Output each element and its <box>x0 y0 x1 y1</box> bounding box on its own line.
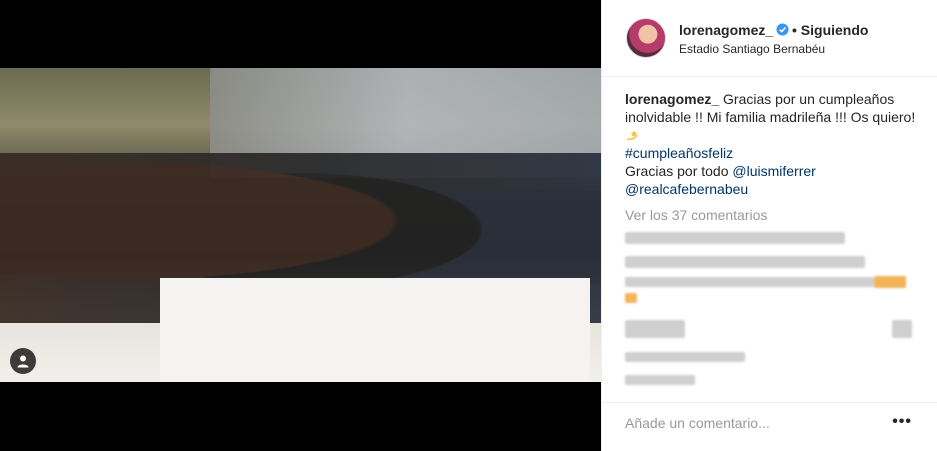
view-comments-link[interactable]: Ver los 37 comentarios <box>625 207 767 223</box>
more-options-button[interactable]: ••• <box>892 414 912 430</box>
avatar[interactable] <box>626 18 666 58</box>
mention-link-2[interactable]: @realcafebernabeu <box>625 181 748 197</box>
blurred-comment-line <box>625 320 685 338</box>
post-side-panel: lorenagomez_ • Siguiendo Estadio Santiag… <box>601 0 937 451</box>
comment-input[interactable] <box>625 415 855 431</box>
blurred-comment-line <box>625 375 695 385</box>
photo-table <box>160 278 590 382</box>
user-tag-icon[interactable] <box>10 348 36 374</box>
post-photo[interactable] <box>0 68 601 382</box>
blurred-comment-line <box>625 256 865 268</box>
header-username[interactable]: lorenagomez_ <box>679 22 773 38</box>
blurred-emoji <box>874 276 906 288</box>
thanks-text: Gracias por todo <box>625 163 733 179</box>
verified-badge-icon <box>776 23 789 36</box>
dizzy-star-emoji-icon <box>626 130 638 141</box>
follow-status[interactable]: • Siguiendo <box>792 22 868 38</box>
add-comment-bar: ••• <box>602 402 937 451</box>
hashtag-link[interactable]: #cumpleañosfeliz <box>625 145 733 161</box>
blurred-comment-line <box>625 352 745 362</box>
blurred-emoji <box>625 293 637 303</box>
mention-link-1[interactable]: @luismiferrer <box>732 163 815 179</box>
blurred-comment-line <box>625 232 845 244</box>
post-header: lorenagomez_ • Siguiendo Estadio Santiag… <box>602 0 937 77</box>
caption: lorenagomez_ Gracias por un cumpleaños i… <box>625 90 917 198</box>
caption-username[interactable]: lorenagomez_ <box>625 91 719 107</box>
blurred-comment-line <box>892 320 912 338</box>
instagram-post-viewer: lorenagomez_ • Siguiendo Estadio Santiag… <box>0 0 937 451</box>
blurred-comment-line <box>625 277 875 287</box>
media-area <box>0 0 601 451</box>
location-link[interactable]: Estadio Santiago Bernabéu <box>679 42 825 56</box>
person-glyph <box>17 355 29 368</box>
